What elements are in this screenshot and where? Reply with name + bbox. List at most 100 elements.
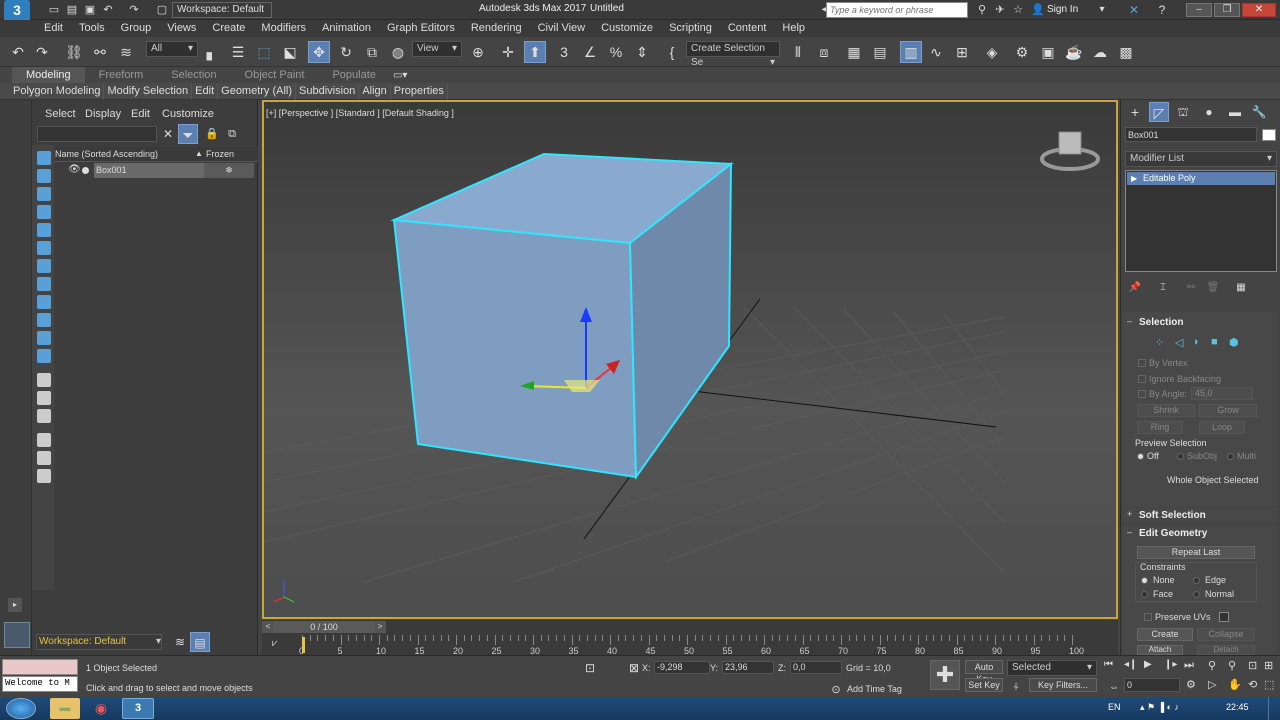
set-key-button[interactable]: Set Key	[965, 678, 1003, 692]
ribbon-options-icon[interactable]: ▭▾	[393, 70, 407, 81]
scene-explorer-icon[interactable]: ▤	[190, 632, 210, 652]
language-indicator[interactable]: EN	[1108, 702, 1121, 712]
menu-rendering[interactable]: Rendering	[463, 20, 530, 37]
zoom-extents-all-icon[interactable]: ⊞	[1264, 659, 1273, 672]
panel-edit[interactable]: Edit	[192, 83, 219, 100]
expand-arrow-icon[interactable]: ▸	[8, 598, 22, 612]
ignore-backfacing-checkbox[interactable]	[1138, 375, 1146, 383]
previous-frame-icon[interactable]: ◂❙	[1124, 659, 1137, 670]
add-time-tag-button[interactable]: Add Time Tag	[847, 684, 902, 694]
create-tab-icon[interactable]: +	[1125, 102, 1145, 122]
remove-modifier-icon[interactable]: 🗑	[1203, 278, 1223, 298]
key-filters-button[interactable]: Key Filters...	[1029, 678, 1097, 692]
project-folder-icon[interactable]: ▢	[152, 0, 172, 20]
object-color-swatch[interactable]	[1262, 129, 1276, 141]
orbit-icon[interactable]: ⟲	[1248, 678, 1257, 691]
object-name-field[interactable]	[1125, 127, 1257, 142]
selection-rollout-title[interactable]: Selection	[1139, 317, 1183, 328]
filter-icon[interactable]: ⏷	[178, 124, 198, 144]
menu-help[interactable]: Help	[774, 20, 813, 37]
zoom-extents-icon[interactable]: ⊡	[1248, 659, 1257, 672]
time-config-icon[interactable]: ⇔	[1104, 678, 1124, 698]
scene-menu-display[interactable]: Display	[85, 108, 121, 120]
detach-button[interactable]: Detach	[1197, 645, 1255, 655]
angle-snap-icon[interactable]: ∠	[580, 42, 600, 62]
scene-workspace-dropdown[interactable]: Workspace: Default ▾	[36, 634, 162, 650]
by-angle-checkbox[interactable]	[1138, 390, 1146, 398]
go-to-start-icon[interactable]: ⏮	[1104, 659, 1113, 670]
chevron-down-icon[interactable]: ▾	[1092, 0, 1112, 20]
border-icon[interactable]: ◗	[1193, 336, 1200, 348]
soft-selection-rollout[interactable]: + Soft Selection	[1123, 508, 1277, 522]
configure-modifier-sets-icon[interactable]: ▦	[1231, 278, 1251, 298]
render-in-cloud-icon[interactable]: ☁	[1090, 42, 1110, 62]
freeze-snowflake-icon[interactable]: ❄	[204, 163, 254, 178]
collapse-button[interactable]: Collapse	[1197, 628, 1255, 641]
display-frozen-icon[interactable]	[37, 331, 51, 345]
viewport-perspective[interactable]: [+] [Perspective ] [Standard ] [Default …	[262, 100, 1118, 619]
curve-editor-mini-icon[interactable]: ⩗	[272, 638, 278, 649]
minimize-button[interactable]: ‒	[1186, 3, 1212, 17]
box-front-face[interactable]	[392, 218, 638, 479]
viewcube[interactable]	[1040, 131, 1100, 171]
next-frame-icon[interactable]: ❙▸	[1164, 659, 1177, 670]
tray-icons[interactable]: ▴ ⚑ ▐ ◐ ♪	[1140, 702, 1179, 713]
preserve-uvs-settings-icon[interactable]	[1219, 612, 1229, 622]
by-vertex-checkbox[interactable]	[1138, 359, 1146, 367]
display-shapes-icon[interactable]	[37, 169, 51, 183]
selection-filter-dropdown[interactable]: All ▾	[146, 41, 198, 57]
default-tangents-icon[interactable]: ⍭	[1006, 677, 1026, 697]
menu-scripting[interactable]: Scripting	[661, 20, 720, 37]
display-dependents-icon[interactable]	[37, 469, 51, 483]
toggle-layer-explorer-icon[interactable]: ▤	[870, 42, 890, 62]
close-button[interactable]: ✕	[1242, 3, 1276, 17]
maximize-viewport-icon[interactable]: ⬚	[1264, 678, 1274, 691]
current-time-marker[interactable]	[302, 637, 305, 653]
curve-editor-icon[interactable]: ∿	[926, 42, 946, 62]
modify-tab-icon[interactable]: ◸	[1149, 102, 1169, 122]
time-slider[interactable]: < 0 / 100 >	[262, 620, 1118, 635]
menu-group[interactable]: Group	[113, 20, 160, 37]
motion-tab-icon[interactable]: ●	[1199, 102, 1219, 122]
attach-button[interactable]: Attach	[1137, 645, 1183, 655]
open-file-icon[interactable]: ▤	[62, 0, 82, 20]
tab-selection[interactable]: Selection	[157, 67, 230, 83]
constraint-face-radio[interactable]	[1141, 591, 1148, 598]
unlink-icon[interactable]: ⚯	[90, 42, 110, 62]
spinner-snap-icon[interactable]: ⇕	[632, 42, 652, 62]
a360-gallery-icon[interactable]: ▩	[1116, 42, 1136, 62]
sign-in-link[interactable]: Sign In	[1047, 4, 1078, 15]
maximize-button[interactable]: ❐	[1214, 3, 1240, 17]
scene-search-input[interactable]	[37, 126, 157, 142]
column-frozen-header[interactable]: Frozen	[206, 149, 234, 159]
previous-frame-arrow-icon[interactable]: <	[262, 621, 274, 633]
pan-view-icon[interactable]: ✋	[1228, 678, 1242, 691]
new-file-icon[interactable]: ▭	[44, 0, 64, 20]
display-spacewarps-icon[interactable]	[37, 241, 51, 255]
menu-edit[interactable]: Edit	[36, 20, 71, 37]
isolate-selection-icon[interactable]: ⊡	[580, 658, 600, 678]
search-input[interactable]	[826, 2, 968, 18]
shrink-button[interactable]: Shrink	[1137, 404, 1195, 417]
display-none-icon[interactable]	[37, 391, 51, 405]
menu-create[interactable]: Create	[204, 20, 253, 37]
display-all-icon[interactable]	[37, 373, 51, 387]
sync-selection-icon[interactable]: ⧉	[222, 124, 242, 144]
align-icon[interactable]: ⧈	[814, 42, 834, 62]
select-manipulate-icon[interactable]: ✛	[498, 42, 518, 62]
expand-arrow-icon[interactable]: ▶	[1131, 172, 1137, 185]
edit-geometry-title[interactable]: Edit Geometry	[1139, 528, 1207, 539]
display-invert-icon[interactable]	[37, 409, 51, 423]
show-desktop-button[interactable]	[1268, 697, 1280, 720]
make-unique-icon[interactable]: ⚯	[1181, 278, 1201, 298]
panel-subdivision[interactable]: Subdivision	[296, 83, 360, 100]
user-icon[interactable]: 👤	[1028, 0, 1048, 20]
file-explorer-icon[interactable]: ▬	[50, 698, 80, 719]
window-crossing-icon[interactable]: ⬕	[280, 42, 300, 62]
element-icon[interactable]: ⬢	[1229, 336, 1239, 349]
display-cameras-icon[interactable]	[37, 205, 51, 219]
display-tab-icon[interactable]: ▬	[1225, 102, 1245, 122]
panel-polygon-modeling[interactable]: Polygon Modeling	[10, 83, 105, 100]
viewport-layout-icon[interactable]	[4, 622, 30, 648]
modifier-list-dropdown[interactable]: Modifier List ▾	[1125, 151, 1277, 167]
